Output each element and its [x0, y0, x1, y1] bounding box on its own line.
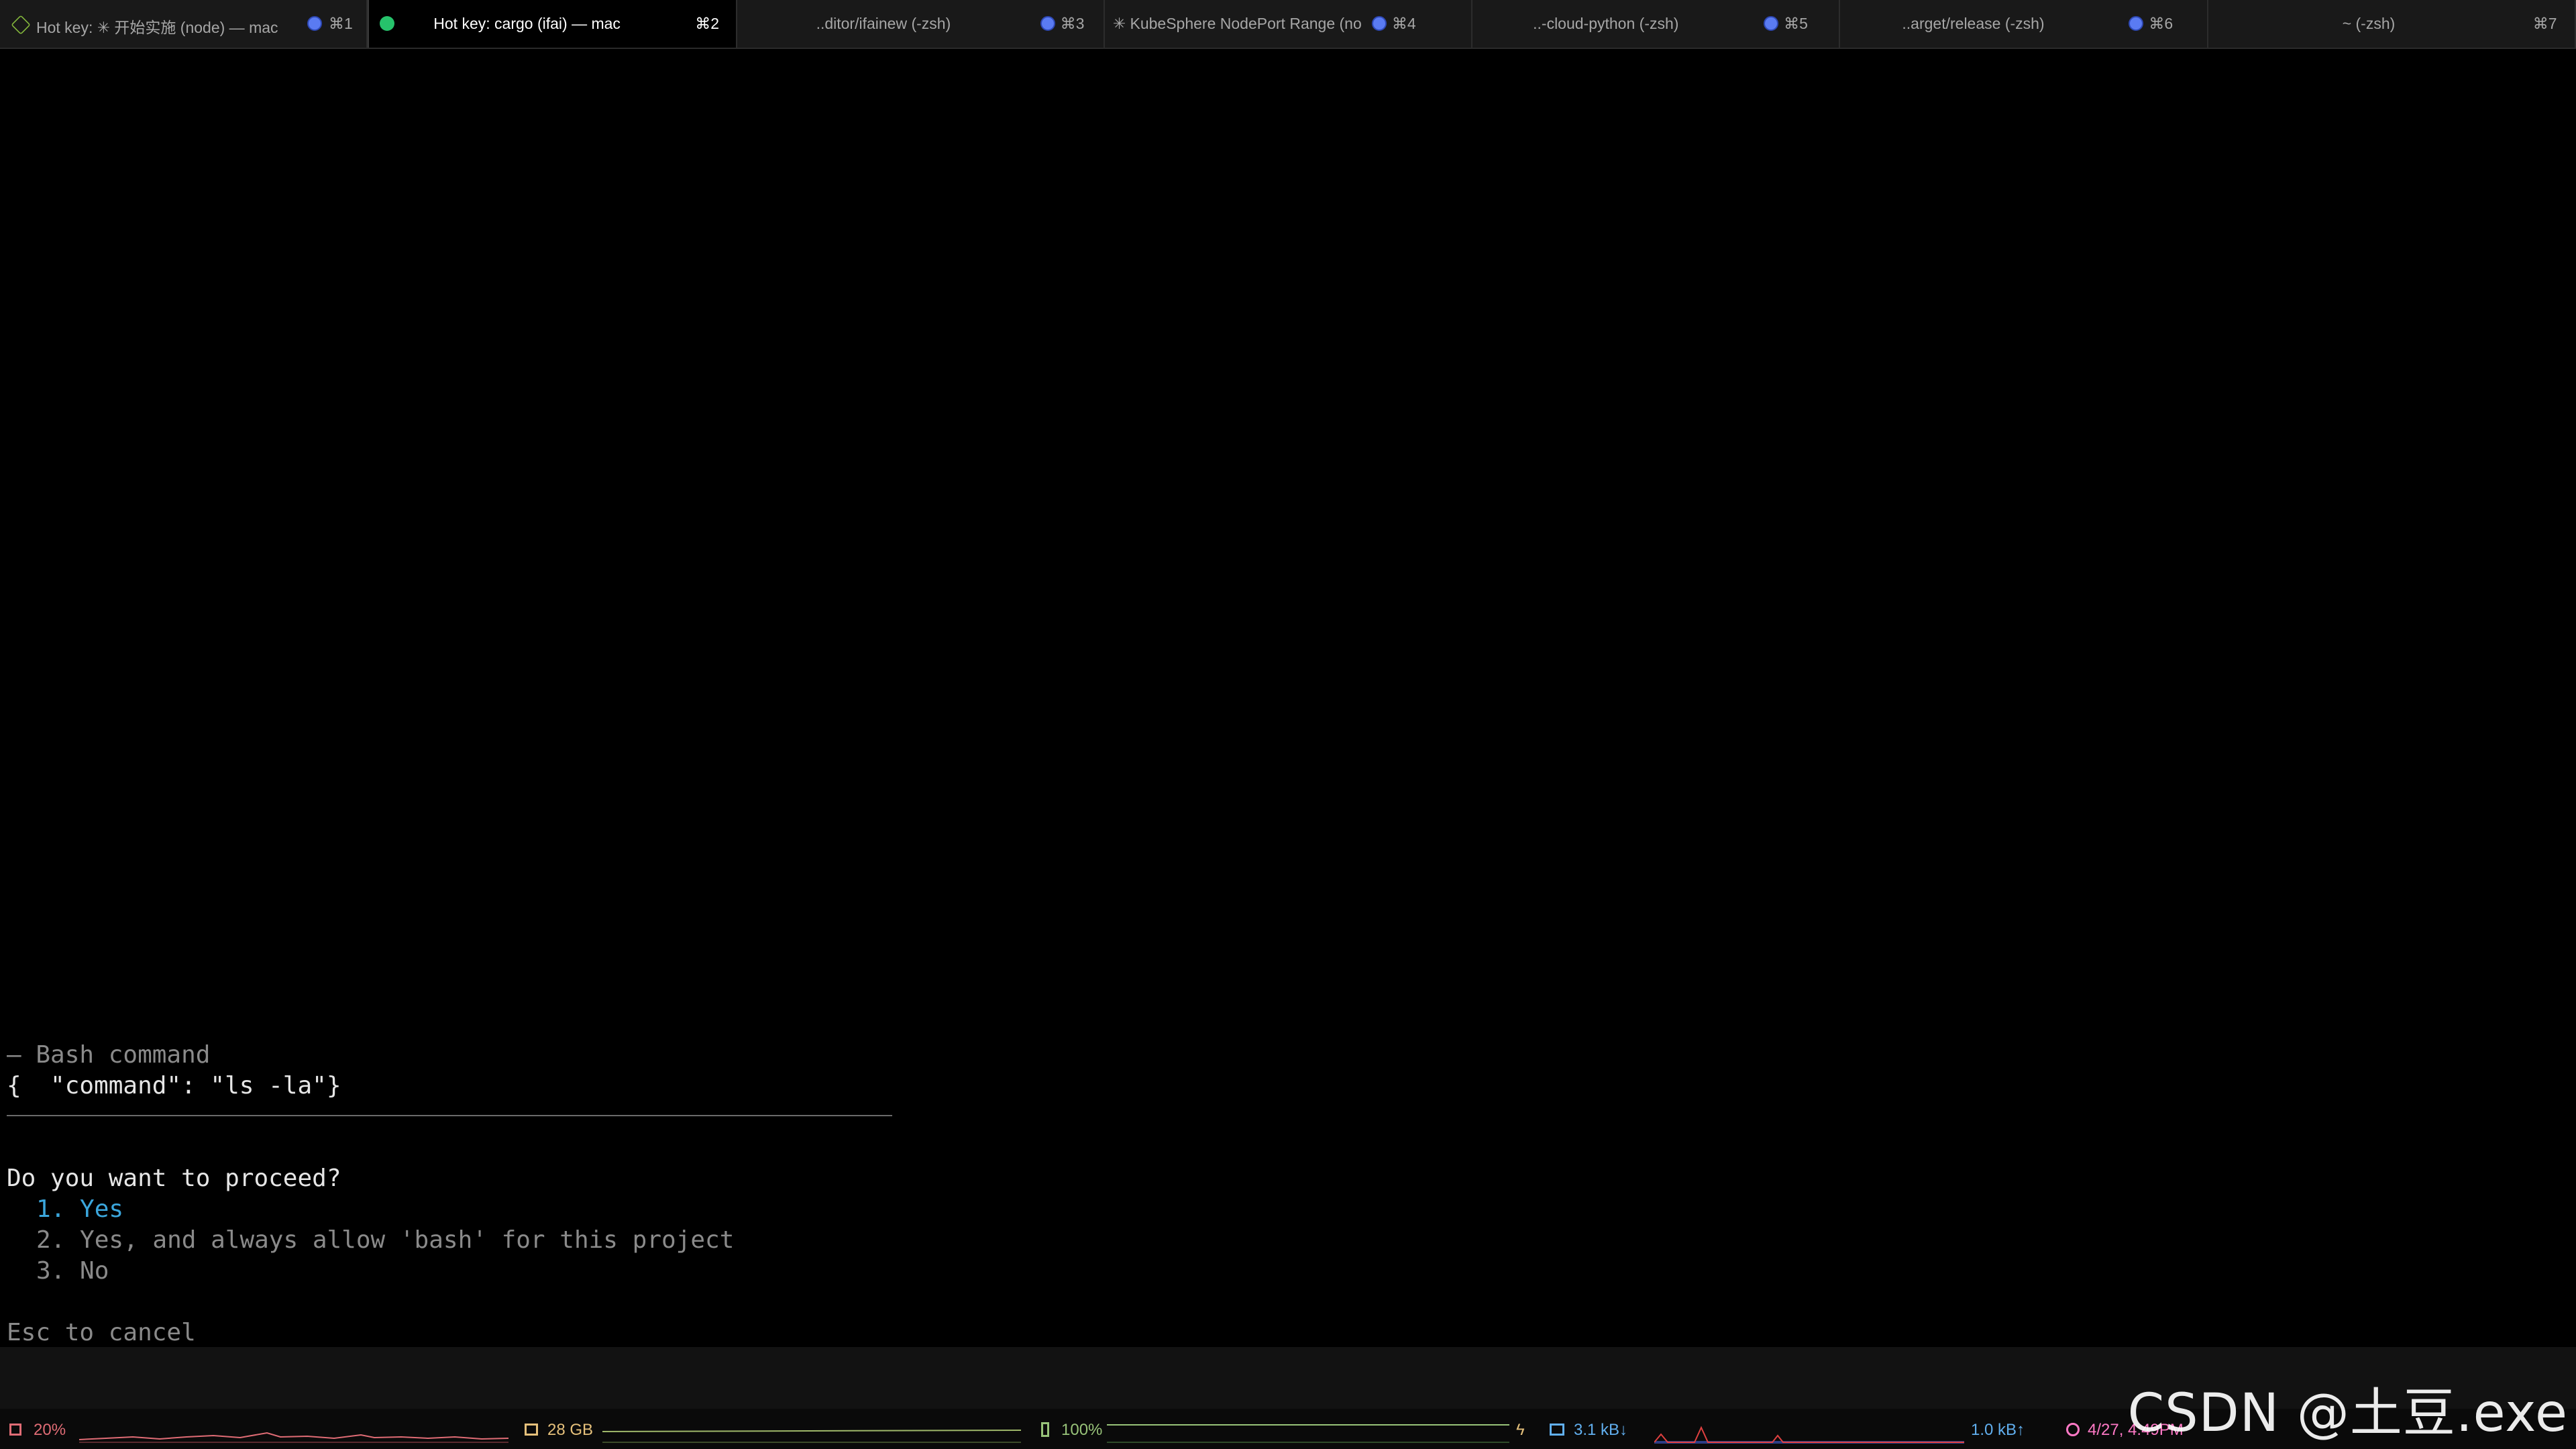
tab-1[interactable]: Hot key: ✳ 开始实施 (node) — mac ⌘1	[0, 0, 368, 48]
tab-3[interactable]: ..ditor/ifainew (-zsh) ⌘3	[737, 0, 1105, 48]
option-number: 1.	[36, 1195, 66, 1223]
tab-7[interactable]: ~ (-zsh) ⌘7	[2208, 0, 2576, 48]
tab-bar: Hot key: ✳ 开始实施 (node) — mac ⌘1 Hot key:…	[0, 0, 2576, 49]
tab-6[interactable]: ..arget/release (-zsh) ⌘6	[1840, 0, 2208, 48]
memory-icon	[525, 1424, 538, 1436]
option-always-allow[interactable]: 2. Yes, and always allow 'bash' for this…	[36, 1225, 734, 1256]
clock-icon	[2066, 1423, 2080, 1436]
tab-title: ~ (-zsh)	[2342, 15, 2396, 32]
option-label: No	[80, 1257, 109, 1285]
tab-shortcut: ⌘3	[1060, 15, 1085, 32]
charging-icon: ϟ	[1516, 1421, 1525, 1439]
command-json: { "command": "ls -la"}	[7, 1072, 341, 1099]
battery-icon	[1041, 1422, 1049, 1437]
tab-4[interactable]: ✳ KubeSphere NodePort Range (no... ⌘4	[1105, 0, 1473, 48]
tab-title: ..ditor/ifainew (-zsh)	[816, 15, 951, 32]
tool-header: — Bash command	[7, 1041, 211, 1069]
network-upload: 1.0 kB↑	[1971, 1421, 2025, 1439]
memory-usage: 28 GB	[547, 1421, 594, 1439]
tab-shortcut: ⌘6	[2149, 15, 2174, 32]
tab-2[interactable]: Hot key: cargo (ifai) — mac ⌘2	[368, 0, 737, 48]
option-number: 3.	[36, 1257, 66, 1285]
battery-level: 100%	[1061, 1421, 1103, 1439]
blue-dot-icon	[1764, 16, 1779, 31]
network-download: 3.1 kB↓	[1574, 1421, 1628, 1439]
hexagon-node-icon	[11, 15, 31, 35]
activity-dot-icon	[380, 16, 395, 31]
tab-title: Hot key: cargo (ifai) — mac	[433, 15, 621, 32]
csdn-watermark: CSDN @土豆.exe	[2127, 1383, 2568, 1444]
tab-title: Hot key: ✳ 开始实施 (node) — mac	[36, 19, 278, 36]
cpu-usage: 20%	[34, 1421, 66, 1439]
network-sparkline	[1654, 1426, 1964, 1444]
tab-title: ✳ KubeSphere NodePort Range (no...	[1112, 15, 1362, 32]
cancel-hint: Esc to cancel	[7, 1319, 196, 1346]
tab-title: ..-cloud-python (-zsh)	[1533, 15, 1679, 32]
blue-dot-icon	[1371, 16, 1387, 31]
blue-dot-icon	[2129, 16, 2144, 31]
option-yes[interactable]: 1. Yes	[36, 1194, 123, 1225]
battery-sparkline	[1107, 1424, 1509, 1443]
tab-5[interactable]: ..-cloud-python (-zsh) ⌘5	[1472, 0, 1841, 48]
cpu-sparkline	[79, 1432, 508, 1443]
network-icon	[1550, 1424, 1564, 1436]
blue-dot-icon	[307, 16, 322, 31]
cpu-icon	[9, 1424, 21, 1436]
tab-title: ..arget/release (-zsh)	[1902, 15, 2045, 32]
tab-shortcut: ⌘4	[1391, 15, 1416, 32]
tab-shortcut: ⌘2	[695, 15, 720, 32]
memory-sparkline	[602, 1430, 1021, 1443]
blue-dot-icon	[1040, 16, 1055, 31]
option-label: Yes, and always allow 'bash' for this pr…	[80, 1226, 735, 1254]
option-label: Yes	[80, 1195, 124, 1223]
tab-shortcut: ⌘1	[329, 15, 353, 32]
tab-shortcut: ⌘7	[2532, 15, 2557, 32]
divider	[7, 1115, 892, 1116]
tab-shortcut: ⌘5	[1784, 15, 1808, 32]
option-number: 2.	[36, 1226, 66, 1254]
proceed-question: Do you want to proceed?	[7, 1165, 341, 1192]
option-no[interactable]: 3. No	[36, 1256, 109, 1287]
